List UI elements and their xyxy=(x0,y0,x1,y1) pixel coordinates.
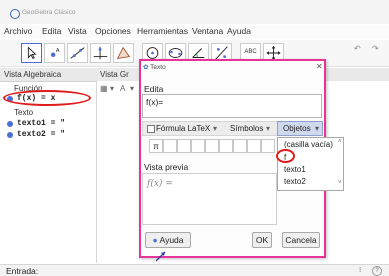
menu-bar: Archivo Edita Vista Opciones Herramienta… xyxy=(0,26,389,38)
symbol-pi[interactable]: π xyxy=(149,139,163,153)
help-button-label: Ayuda xyxy=(159,235,184,245)
menu-herramientas[interactable]: Herramientas xyxy=(137,26,188,36)
close-icon[interactable]: ✕ xyxy=(316,62,323,71)
perpendicular-tool-icon[interactable] xyxy=(90,43,111,63)
help-button[interactable]: ● Ayuda xyxy=(145,232,191,248)
latex-label[interactable]: Fórmula LaTeX xyxy=(156,124,210,133)
highlight-circle xyxy=(3,90,91,106)
menu-opciones[interactable]: Opciones xyxy=(95,26,131,36)
algebra-item-texto2[interactable]: texto2 = " xyxy=(17,130,65,139)
symbol-cell[interactable] xyxy=(191,139,205,153)
input-bar[interactable]: Entrada: ⁝ ? xyxy=(0,264,389,276)
graphics-view-tab[interactable]: Vista Gr xyxy=(100,70,129,79)
geogebra-logo-icon: ✿ xyxy=(143,64,149,71)
redo-icon[interactable]: ↷ xyxy=(372,44,379,53)
dropdown-arrow-icon: ▾ xyxy=(315,124,320,133)
line-tool-icon[interactable] xyxy=(67,43,88,63)
edit-label: Edita xyxy=(144,84,164,94)
dropdown-arrow-icon[interactable]: ▾ xyxy=(266,124,270,133)
dropdown-item-texto2[interactable]: texto2 xyxy=(284,177,306,186)
dropdown-arrow-icon[interactable]: ▾ xyxy=(213,124,217,133)
objects-button[interactable]: Objetos ▾ xyxy=(277,121,323,136)
dropdown-item-texto1[interactable]: texto1 xyxy=(284,165,306,174)
menu-archivo[interactable]: Archivo xyxy=(4,26,32,36)
symbol-cell[interactable] xyxy=(163,139,177,153)
geogebra-logo-icon xyxy=(10,9,20,19)
symbol-cell[interactable] xyxy=(219,139,233,153)
svg-text:A: A xyxy=(56,48,60,54)
keyboard-icon[interactable]: ⁝ xyxy=(359,266,361,274)
dropdown-arrow-icon[interactable]: ▾ xyxy=(130,84,134,93)
objects-label: Objetos xyxy=(283,124,311,133)
edit-field[interactable]: f(x)= xyxy=(142,94,322,118)
symbol-cell[interactable] xyxy=(205,139,219,153)
cursor-arrow-icon xyxy=(155,251,166,262)
preview-label: Vista previa xyxy=(144,162,189,172)
object-bullet-icon[interactable] xyxy=(7,121,13,127)
algebra-view-tab[interactable]: Vista Algebraica xyxy=(4,70,61,79)
preview-text: f(x) = xyxy=(147,179,173,189)
title-bar: GeoGebra Clásico xyxy=(0,0,389,24)
latex-checkbox[interactable] xyxy=(147,125,155,133)
object-bullet-icon[interactable] xyxy=(7,132,13,138)
undo-icon[interactable]: ↶ xyxy=(354,44,361,53)
menu-edita[interactable]: Edita xyxy=(42,26,61,36)
dialog-title-text: Texto xyxy=(150,64,166,71)
axes-toggle-icon[interactable]: ▦ xyxy=(100,84,108,93)
scroll-up-icon[interactable]: ˄ xyxy=(338,139,342,145)
point-tool-icon[interactable]: A xyxy=(44,43,65,63)
symbol-cell[interactable] xyxy=(247,139,261,153)
polygon-tool-icon[interactable] xyxy=(113,43,134,63)
ok-button[interactable]: OK xyxy=(252,232,272,248)
symbol-cell[interactable] xyxy=(261,139,275,153)
window-title: GeoGebra Clásico xyxy=(22,9,76,16)
cancel-button[interactable]: Cancela xyxy=(282,232,320,248)
group-texto[interactable]: Texto xyxy=(14,108,33,117)
dropdown-arrow-icon[interactable]: ▾ xyxy=(110,84,114,93)
symbol-cell[interactable] xyxy=(177,139,191,153)
text-tool-label: ABC xyxy=(244,49,257,55)
objects-dropdown: (casilla vacía) f texto1 texto2 xyxy=(277,137,344,191)
text-style-icon[interactable]: A xyxy=(120,84,125,93)
symbols-button[interactable]: Símbolos xyxy=(230,124,263,133)
highlight-circle xyxy=(276,149,295,163)
algebra-item-texto1[interactable]: texto1 = " xyxy=(17,119,65,128)
dropdown-item-empty[interactable]: (casilla vacía) xyxy=(284,140,333,149)
symbol-cell[interactable] xyxy=(233,139,247,153)
menu-ayuda[interactable]: Ayuda xyxy=(227,26,251,36)
help-icon: ● xyxy=(152,235,158,245)
move-tool-icon[interactable] xyxy=(21,43,42,63)
menu-vista[interactable]: Vista xyxy=(68,26,87,36)
dialog-title: ✿ Texto xyxy=(143,63,166,71)
scroll-down-icon[interactable]: ˅ xyxy=(338,180,342,186)
menu-ventana[interactable]: Ventana xyxy=(192,26,223,36)
